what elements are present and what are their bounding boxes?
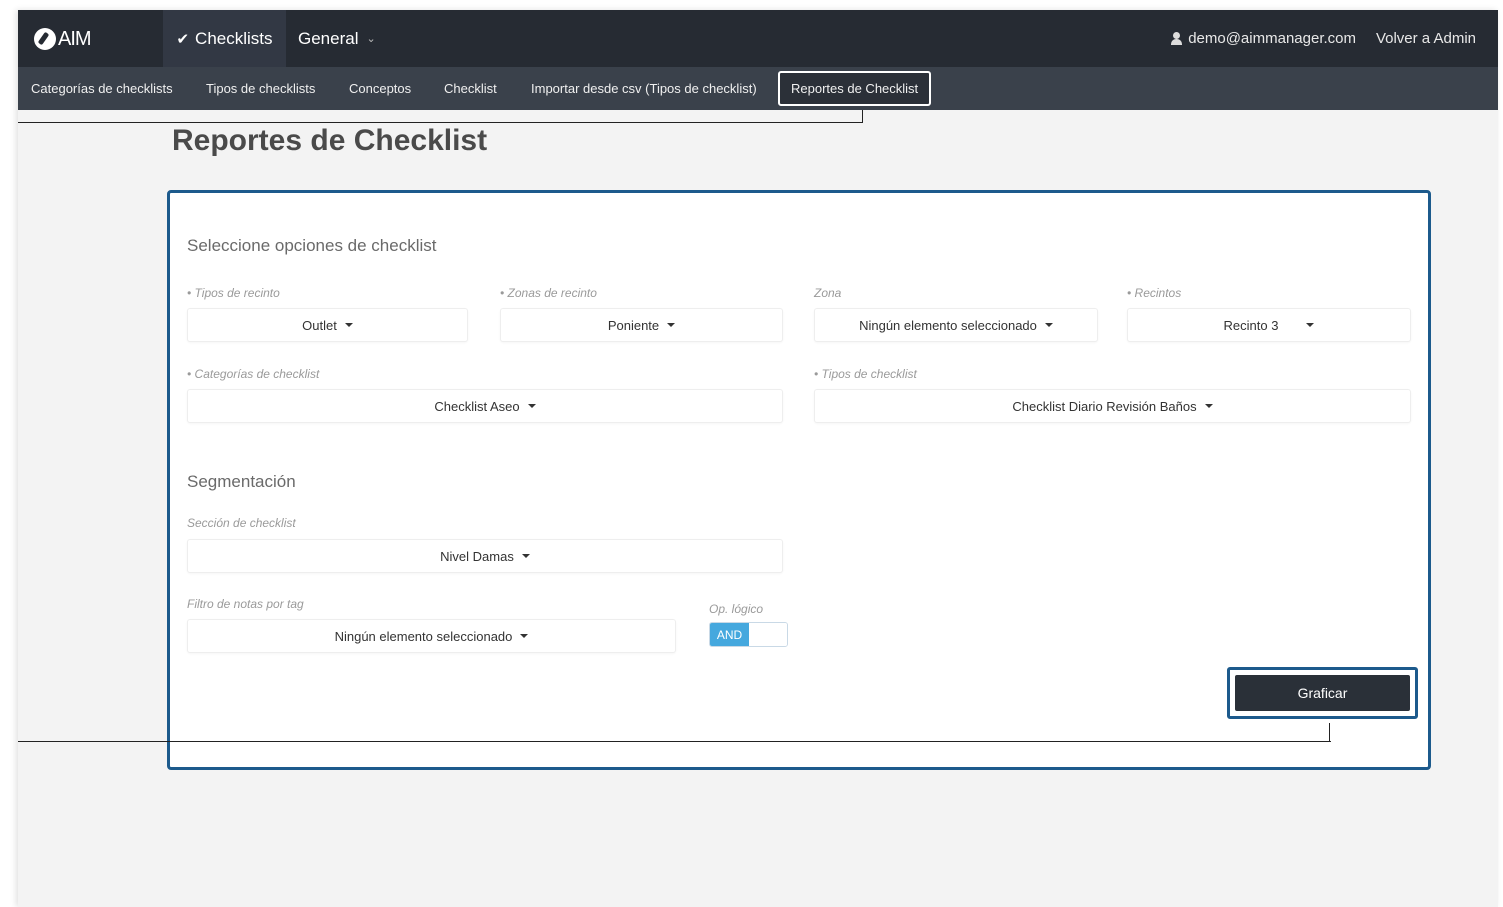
logo[interactable]: AIM [34,26,92,52]
top-navbar: AIM ✔ Checklists General ⌄ demo@aimmanag… [18,10,1498,67]
categorias-checklist-select[interactable]: Checklist Aseo [187,389,783,423]
caret-down-icon [1044,323,1053,327]
zonas-recinto-select[interactable]: Poniente [500,308,783,342]
callout-line-top [18,122,863,123]
nav-general-label: General [298,28,359,48]
seccion-checklist-label: Sección de checklist [187,516,296,530]
graficar-button[interactable]: Graficar [1235,675,1410,711]
sub-navbar: Categorías de checklists Tipos de checkl… [18,67,1498,110]
nav-checklists-label: Checklists [195,28,273,48]
page-title: Reportes de Checklist [172,124,488,157]
nav-general-dropdown[interactable]: General ⌄ [298,10,376,67]
seccion-checklist-select[interactable]: Nivel Damas [187,539,783,573]
filtro-notas-select[interactable]: Ningún elemento seleccionado [187,619,676,653]
caret-down-icon [521,554,530,558]
options-section-title: Seleccione opciones de checklist [187,236,437,255]
recintos-value: Recinto 3 [1223,317,1279,333]
callout-line-top-stem [862,110,863,123]
caret-down-icon [344,323,353,327]
tipos-checklist-select[interactable]: Checklist Diario Revisión Baños [814,389,1411,423]
callout-line-bottom [18,741,1331,742]
callout-line-bottom-stem [1329,723,1330,742]
nav-checklists[interactable]: ✔ Checklists [163,10,286,67]
tipos-recinto-value: Outlet [302,317,337,333]
zona-select[interactable]: Ningún elemento seleccionado [814,308,1098,342]
chevron-down-icon: ⌄ [366,33,376,45]
report-options-panel: Seleccione opciones de checklist • Tipos… [167,190,1431,770]
caret-down-icon [520,634,529,638]
tipos-recinto-select[interactable]: Outlet [187,308,468,342]
zonas-recinto-value: Poniente [607,317,660,333]
zona-label: Zona [814,286,842,300]
toggle-handle [749,623,787,646]
checkmark-icon: ✔ [176,30,190,48]
app-window: AIM ✔ Checklists General ⌄ demo@aimmanag… [18,10,1498,907]
logo-icon [34,28,56,50]
back-to-admin-link[interactable]: Volver a Admin [1376,10,1476,67]
zona-value: Ningún elemento seleccionado [859,317,1037,333]
caret-down-icon [527,404,536,408]
filtro-notas-value: Ningún elemento seleccionado [334,628,513,644]
zonas-recinto-label: • Zonas de recinto [500,286,597,300]
toggle-and-state: AND [710,623,749,646]
recintos-select[interactable]: Recinto 3 [1127,308,1411,342]
filtro-notas-label: Filtro de notas por tag [187,597,304,611]
categorias-checklist-label: • Categorías de checklist [187,367,320,381]
subnav-item-tipos[interactable]: Tipos de checklists [206,67,315,110]
caret-down-icon [1306,323,1315,327]
seccion-checklist-value: Nivel Damas [440,548,514,564]
segmentation-section-title: Segmentación [187,472,296,491]
logo-text: AIM [58,27,92,50]
caret-down-icon [1204,404,1213,408]
caret-down-icon [667,323,676,327]
graficar-button-highlight: Graficar [1227,667,1418,719]
user-icon [1171,32,1183,45]
subnav-item-importar-csv[interactable]: Importar desde csv (Tipos de checklist) [531,67,757,110]
categorias-checklist-value: Checklist Aseo [434,398,520,414]
tipos-checklist-label: • Tipos de checklist [814,367,917,381]
recintos-label: • Recintos [1127,286,1182,300]
subnav-item-categorias[interactable]: Categorías de checklists [31,67,173,110]
tipos-checklist-value: Checklist Diario Revisión Baños [1012,398,1197,414]
tipos-recinto-label: • Tipos de recinto [187,286,280,300]
subnav-item-checklist[interactable]: Checklist [444,67,497,110]
op-logico-toggle[interactable]: AND [709,622,788,647]
user-email: demo@aimmanager.com [1188,30,1356,47]
subnav-item-conceptos[interactable]: Conceptos [349,67,411,110]
op-logico-label: Op. lógico [709,602,764,616]
user-menu[interactable]: demo@aimmanager.com [1171,10,1356,67]
subnav-item-reportes[interactable]: Reportes de Checklist [778,71,932,106]
